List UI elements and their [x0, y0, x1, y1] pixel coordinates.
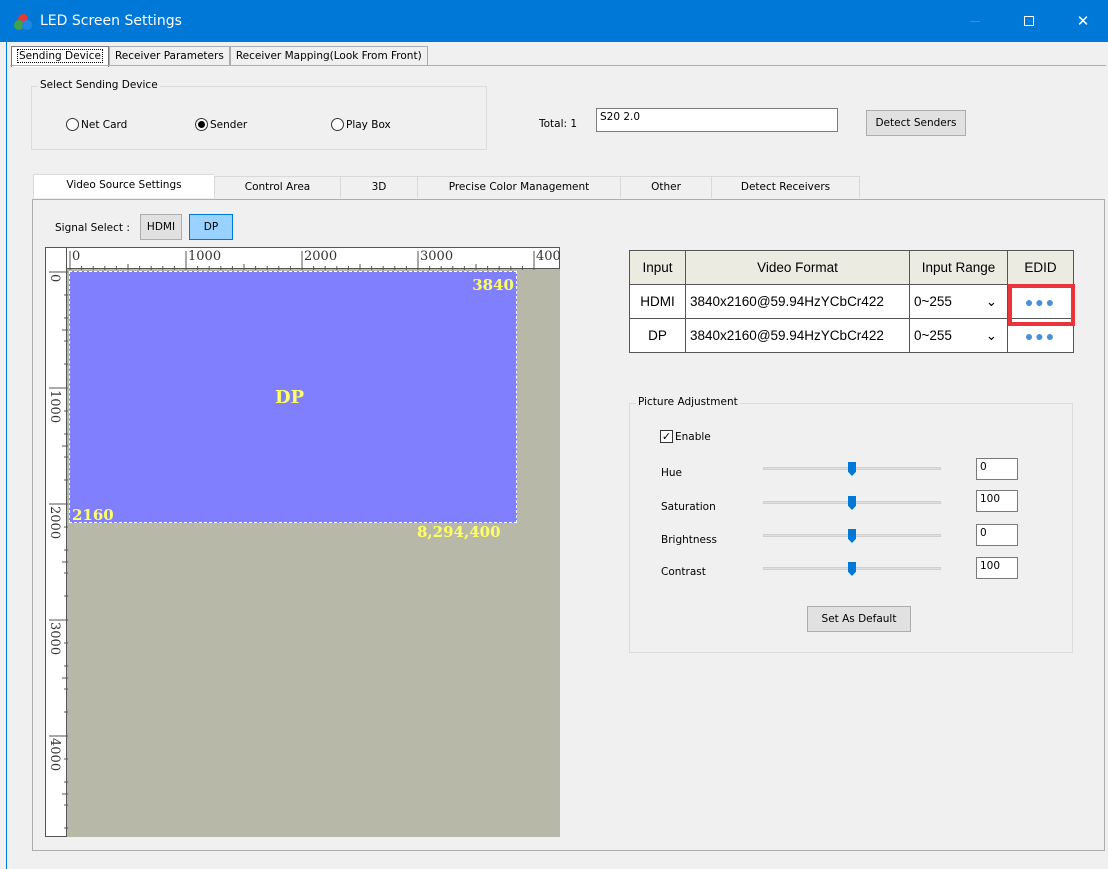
- table-header-row: Input Video Format Input Range EDID: [629, 250, 1074, 285]
- main-window: Sending Device Receiver Parameters Recei…: [6, 42, 1108, 869]
- ruler-left-label: 1000: [47, 390, 62, 424]
- input-cell: HDMI: [629, 284, 686, 319]
- input-range-select[interactable]: 0~255 ⌄: [909, 284, 1008, 319]
- screen-canvas: DP 3840 2160 8,294,400 0 1000 2000 3000 …: [45, 247, 561, 837]
- ruler-top-label: 1000: [188, 249, 222, 264]
- video-format-cell: 3840x2160@59.94HzYCbCr422: [685, 318, 910, 353]
- hue-label: Hue: [661, 467, 683, 479]
- radio-label: Play Box: [346, 118, 391, 131]
- ruler-top-label: 3000: [420, 249, 454, 264]
- video-format-cell: 3840x2160@59.94HzYCbCr422: [685, 284, 910, 319]
- radio-net-card[interactable]: Net Card: [66, 118, 127, 131]
- radio-circle-icon: [66, 118, 79, 131]
- radio-play-box[interactable]: Play Box: [331, 118, 391, 131]
- hdmi-button[interactable]: HDMI: [140, 214, 182, 240]
- pixels-label: 8,294,400: [417, 523, 501, 541]
- top-tab-bar: Sending Device Receiver Parameters Recei…: [11, 46, 428, 67]
- contrast-slider[interactable]: [763, 562, 941, 576]
- group-title: Picture Adjustment: [636, 396, 740, 408]
- tab-control-area[interactable]: Control Area: [214, 176, 340, 198]
- radio-label: Net Card: [81, 118, 128, 131]
- contrast-value-field[interactable]: 100: [976, 557, 1018, 579]
- brightness-label: Brightness: [661, 534, 717, 546]
- width-label: 3840: [472, 276, 514, 294]
- radio-sender[interactable]: Sender: [195, 118, 247, 131]
- height-label: 2160: [72, 506, 114, 524]
- input-range-select[interactable]: 0~255 ⌄: [909, 318, 1008, 353]
- window-title: LED Screen Settings: [40, 13, 182, 29]
- tab-3d[interactable]: 3D: [340, 176, 417, 198]
- column-header-video-format: Video Format: [685, 250, 910, 285]
- tab-precise-color-management[interactable]: Precise Color Management: [417, 176, 620, 198]
- ruler-left-label: 0: [47, 274, 62, 283]
- edid-highlight-box: [1008, 284, 1075, 326]
- close-button[interactable]: ✕: [1060, 0, 1106, 42]
- chevron-down-icon: ⌄: [985, 327, 997, 343]
- ruler-top-label: 2000: [304, 249, 338, 264]
- enable-label: Enable: [675, 430, 711, 443]
- saturation-slider[interactable]: [763, 496, 941, 510]
- chevron-down-icon: ⌄: [985, 293, 997, 309]
- minimize-icon: [970, 20, 980, 22]
- column-header-edid: EDID: [1007, 250, 1074, 285]
- table-row: HDMI 3840x2160@59.94HzYCbCr422 0~255 ⌄ ●●…: [629, 284, 1074, 319]
- radio-circle-icon: [331, 118, 344, 131]
- source-name-label: DP: [275, 387, 305, 408]
- brightness-slider[interactable]: [763, 529, 941, 543]
- total-label: Total: 1: [539, 118, 578, 130]
- column-header-input-range: Input Range: [909, 250, 1008, 285]
- ruler-top: 0 1000 2000 3000 400: [45, 247, 561, 270]
- input-cell: DP: [629, 318, 686, 353]
- slider-thumb[interactable]: [848, 529, 856, 543]
- canvas-background[interactable]: DP 3840 2160 8,294,400: [67, 269, 560, 837]
- tab-sending-device[interactable]: Sending Device: [11, 46, 109, 67]
- sending-device-field[interactable]: S20 2.0: [596, 108, 838, 132]
- input-range-value: 0~255: [914, 293, 952, 309]
- tab-other[interactable]: Other: [620, 176, 711, 198]
- contrast-label: Contrast: [661, 566, 706, 578]
- ruler-top-label: 400: [536, 249, 561, 264]
- close-icon: ✕: [1076, 12, 1090, 30]
- sending-device-panel: Select Sending Device Net Card Sender Pl…: [10, 65, 1106, 865]
- slider-thumb[interactable]: [848, 496, 856, 510]
- tab-receiver-parameters[interactable]: Receiver Parameters: [108, 46, 230, 66]
- radio-label: Sender: [210, 118, 248, 131]
- minimize-button[interactable]: [952, 0, 998, 42]
- video-source-panel: Signal Select : HDMI DP DP 3840 2160 8,2…: [32, 199, 1105, 851]
- maximize-button[interactable]: [1006, 0, 1052, 42]
- maximize-icon: [1024, 16, 1034, 26]
- saturation-label: Saturation: [661, 501, 716, 513]
- app-logo-icon: [14, 14, 32, 30]
- slider-thumb[interactable]: [848, 562, 856, 576]
- signal-select-label: Signal Select :: [55, 222, 130, 234]
- brightness-value-field[interactable]: 0: [976, 524, 1018, 546]
- checkmark-icon: ✓: [660, 430, 673, 443]
- hue-value-field[interactable]: 0: [976, 458, 1018, 480]
- input-range-value: 0~255: [914, 327, 952, 343]
- ruler-left-label: 3000: [47, 622, 62, 656]
- dp-button[interactable]: DP: [189, 214, 233, 240]
- ruler-left-label: 2000: [47, 506, 62, 540]
- radio-circle-icon: [195, 118, 208, 131]
- group-title: Select Sending Device: [38, 79, 160, 91]
- detect-senders-button[interactable]: Detect Senders: [866, 110, 966, 136]
- set-as-default-button[interactable]: Set As Default: [807, 606, 911, 632]
- sub-tab-bar: Video Source Settings Control Area 3D Pr…: [33, 174, 860, 198]
- ruler-left: 0 1000 2000 3000 4000: [45, 247, 68, 837]
- ruler-left-label: 4000: [47, 738, 62, 772]
- enable-checkbox[interactable]: ✓ Enable: [660, 430, 711, 443]
- tab-detect-receivers[interactable]: Detect Receivers: [711, 176, 860, 198]
- slider-thumb[interactable]: [848, 462, 856, 476]
- ruler-top-label: 0: [72, 249, 81, 264]
- table-row: DP 3840x2160@59.94HzYCbCr422 0~255 ⌄ ●●●: [629, 318, 1074, 353]
- hue-slider[interactable]: [763, 462, 941, 476]
- dp-source-region[interactable]: DP 3840 2160: [69, 271, 517, 524]
- saturation-value-field[interactable]: 100: [976, 490, 1018, 512]
- tab-video-source-settings[interactable]: Video Source Settings: [33, 174, 214, 198]
- tab-receiver-mapping[interactable]: Receiver Mapping(Look From Front): [229, 46, 428, 66]
- title-bar: LED Screen Settings ✕: [0, 0, 1108, 42]
- column-header-input: Input: [629, 250, 686, 285]
